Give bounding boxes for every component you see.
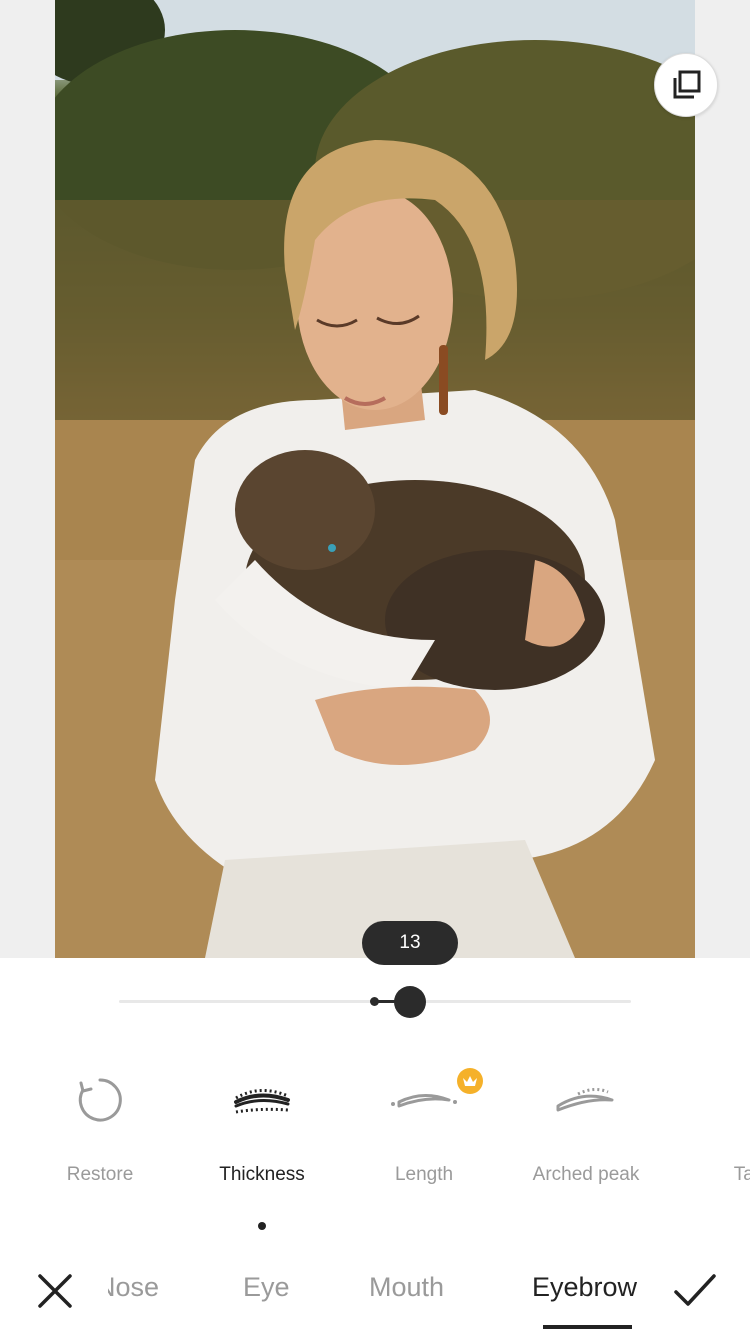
tool-label: Length (394, 1164, 454, 1185)
tab-nose[interactable]: Nose (108, 1272, 159, 1303)
tool-arched-peak[interactable]: Arched peak (505, 1060, 667, 1200)
eyebrow-length-icon (384, 1060, 464, 1140)
active-tab-indicator (543, 1325, 632, 1329)
eyebrow-thickness-icon (222, 1060, 302, 1140)
tool-label: Arched peak (532, 1164, 640, 1185)
intensity-value-badge: 13 (362, 921, 458, 965)
compare-button[interactable] (654, 53, 718, 117)
tool-thickness[interactable]: Thickness (181, 1060, 343, 1200)
edited-photo[interactable] (55, 0, 695, 958)
eyebrow-arched-peak-icon (546, 1060, 626, 1140)
confirm-button[interactable] (672, 1270, 718, 1312)
intensity-slider[interactable] (119, 986, 631, 1018)
close-icon (38, 1274, 72, 1308)
premium-crown-icon (457, 1068, 483, 1094)
eyebrow-tail-icon (708, 1060, 750, 1140)
tab-eye[interactable]: Eye (243, 1272, 290, 1303)
bottom-bar: Nose Eye Mouth Eyebrow (0, 1250, 750, 1334)
close-button[interactable] (34, 1270, 76, 1312)
tab-mouth[interactable]: Mouth (369, 1272, 444, 1303)
tool-page-indicator (258, 1222, 266, 1230)
compare-icon (673, 70, 701, 99)
eyebrow-tools: Restore Thickness Length Arched peak Ta (0, 1060, 750, 1210)
tool-label: Restore (66, 1164, 134, 1185)
photo-canvas (0, 0, 750, 958)
tab-eyebrow[interactable]: Eyebrow (532, 1272, 637, 1303)
tool-label: Tail (733, 1164, 750, 1185)
portrait-image (55, 0, 695, 958)
slider-knob[interactable] (394, 986, 426, 1018)
tool-restore[interactable]: Restore (19, 1060, 181, 1200)
tool-tail[interactable]: Tail (667, 1060, 750, 1200)
restore-icon (60, 1060, 140, 1140)
tool-label: Thickness (219, 1164, 305, 1185)
checkmark-icon (674, 1274, 716, 1306)
feature-tabs: Nose Eye Mouth Eyebrow (108, 1250, 656, 1334)
